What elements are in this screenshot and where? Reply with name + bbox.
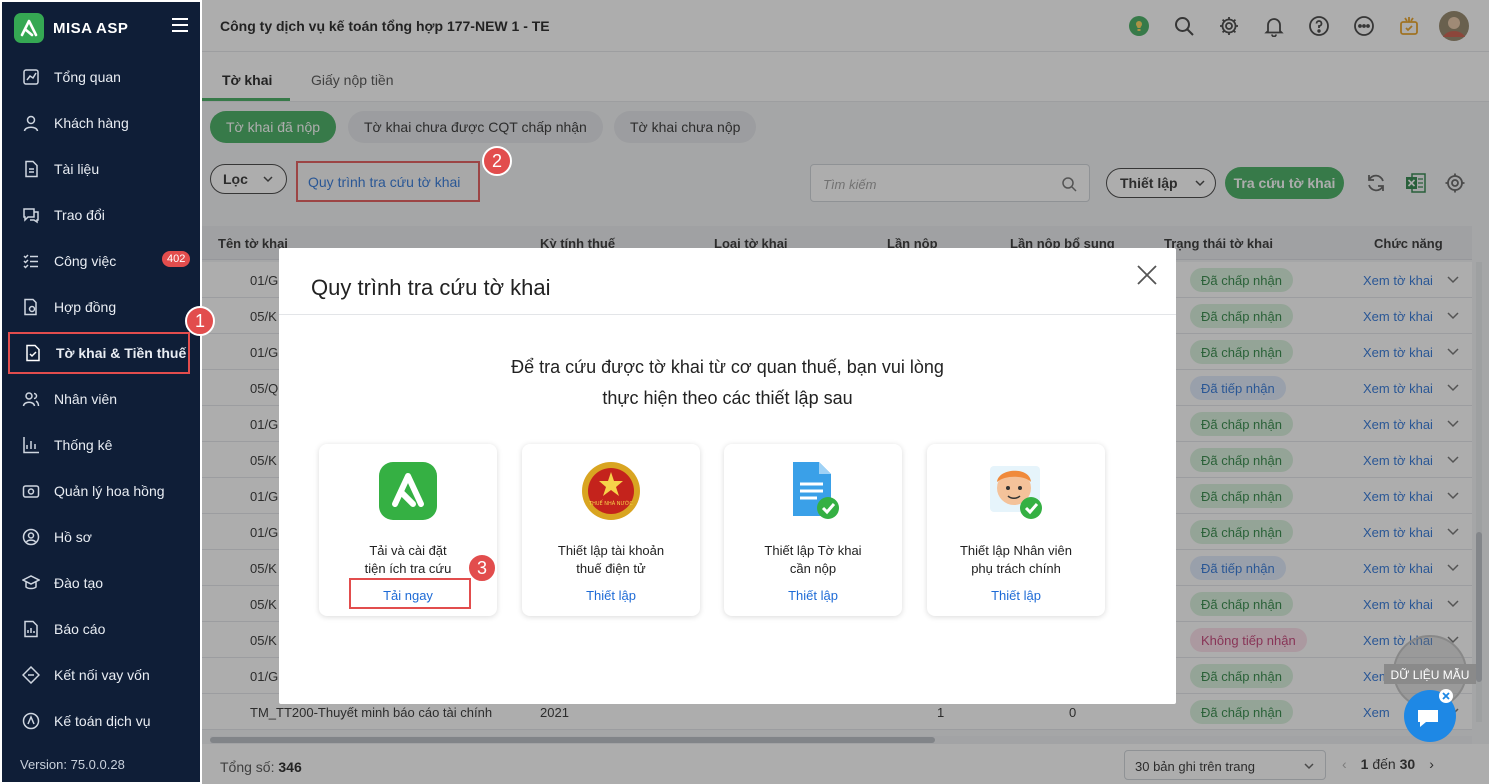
task-list-icon (22, 252, 40, 270)
sidebar-item-profile[interactable]: Hồ sơ (2, 514, 202, 560)
stats-icon (22, 436, 40, 454)
sidebar-item-label: Kết nối vay vốn (54, 667, 150, 683)
sidebar-item-exchange[interactable]: Trao đổi (2, 192, 202, 238)
sidebar-item-commission[interactable]: Quản lý hoa hồng (2, 468, 202, 514)
training-icon (22, 574, 40, 592)
close-icon[interactable] (1136, 264, 1158, 286)
brand-name: MISA ASP (53, 19, 129, 37)
sidebar-item-label: Tờ khai & Tiền thuế (56, 345, 187, 361)
user-icon (22, 114, 40, 132)
card-label-line: phụ trách chính (971, 561, 1061, 576)
sidebar-item-tax-declarations[interactable]: Tờ khai & Tiền thuế (8, 332, 190, 374)
dialog-message: Để tra cứu được tờ khai từ cơ quan thuế,… (279, 352, 1176, 414)
dashboard-icon (22, 68, 40, 86)
sidebar-item-overview[interactable]: Tổng quan (2, 54, 202, 100)
step-card-declarations: Thiết lập Tờ khai cần nộp Thiết lập (724, 444, 902, 616)
dialog-title: Quy trình tra cứu tờ khai (311, 275, 551, 300)
dialog-header: Quy trình tra cứu tờ khai (279, 248, 1176, 315)
step-card-install: Tải và cài đặt tiện ích tra cứu Tải ngay (319, 444, 497, 616)
process-guide-dialog: Quy trình tra cứu tờ khai Để tra cứu đượ… (279, 248, 1176, 704)
sidebar-item-label: Hợp đồng (54, 299, 117, 315)
sidebar-item-label: Tổng quan (54, 69, 121, 85)
sidebar-item-label: Hồ sơ (54, 529, 92, 545)
card-label-line: Thiết lập tài khoản (557, 543, 665, 558)
commission-icon (22, 482, 40, 500)
sidebar-item-label: Trao đổi (54, 207, 105, 223)
person-check-icon (990, 466, 1042, 519)
report-icon (22, 620, 40, 638)
sidebar-item-label: Khách hàng (54, 115, 129, 131)
chat-widget[interactable]: DỮ LIỆU MẪU (1384, 634, 1476, 744)
sidebar-item-customers[interactable]: Khách hàng (2, 100, 202, 146)
sidebar-item-label: Thống kê (54, 437, 113, 453)
accounting-icon (22, 712, 40, 730)
sidebar-item-label: Nhân viên (54, 391, 118, 407)
sidebar-item-tasks[interactable]: Công việc 402 (2, 238, 202, 284)
step-card-tax-account: THUẾ NHÀ NƯỚC Thiết lập tài khoản thuế đi… (522, 444, 700, 616)
card-label: Thiết lập tài khoản thuế điện tử (522, 542, 700, 578)
sidebar-item-label: Tài liệu (54, 161, 100, 177)
loan-icon (22, 666, 40, 684)
misa-logo-icon (14, 13, 44, 43)
step-1-callout: 1 (185, 306, 215, 336)
step-3-callout: 3 (467, 553, 497, 583)
sidebar-item-label: Đào tạo (54, 575, 104, 591)
sidebar-item-training[interactable]: Đào tạo (2, 560, 202, 606)
setup-tax-account-link[interactable]: Thiết lập (522, 588, 700, 603)
task-count-badge: 402 (162, 251, 191, 267)
setup-declarations-link[interactable]: Thiết lập (724, 588, 902, 603)
contract-icon (22, 298, 40, 316)
step-2-callout: 2 (482, 146, 512, 176)
sidebar-item-statistics[interactable]: Thống kê (2, 422, 202, 468)
sidebar-item-label: Quản lý hoa hồng (54, 483, 165, 499)
sidebar-item-label: Kế toán dịch vụ (54, 713, 151, 729)
sidebar-item-loans[interactable]: Kết nối vay vốn (2, 652, 202, 698)
app-version: Version: 75.0.0.28 (20, 757, 125, 772)
sidebar-item-documents[interactable]: Tài liệu (2, 146, 202, 192)
card-label: Thiết lập Tờ khai cần nộp (724, 542, 902, 578)
card-label: Thiết lập Nhân viên phụ trách chính (927, 542, 1105, 578)
misa-app-icon (379, 462, 437, 520)
staff-icon (22, 390, 40, 408)
sidebar-item-contracts[interactable]: Hợp đồng (2, 284, 202, 330)
message-line: thực hiện theo các thiết lập sau (602, 388, 853, 408)
sidebar-item-label: Công việc (54, 253, 117, 269)
card-label-line: Thiết lập Tờ khai (764, 543, 862, 558)
sidebar-item-accounting[interactable]: Kế toán dịch vụ (2, 698, 202, 744)
app-logo[interactable]: MISA ASP (14, 13, 128, 43)
sidebar-item-staff[interactable]: Nhân viên (2, 376, 202, 422)
sidebar-nav: Tổng quan Khách hàng Tài liệu Trao đổi C… (2, 54, 202, 744)
sidebar-item-reports[interactable]: Báo cáo (2, 606, 202, 652)
card-label-line: thuế điện tử (576, 561, 646, 576)
download-now-link[interactable]: Tải ngay (319, 588, 497, 603)
card-label-line: Thiết lập Nhân viên (959, 543, 1072, 558)
tax-emblem-icon: THUẾ NHÀ NƯỚC (582, 462, 640, 520)
step-card-staff: Thiết lập Nhân viên phụ trách chính Thiết… (927, 444, 1105, 616)
tax-file-icon (24, 344, 42, 362)
profile-icon (22, 528, 40, 546)
menu-toggle-icon[interactable] (172, 18, 188, 32)
document-check-icon (793, 462, 839, 519)
watermark-text: DỮ LIỆU MẪU (1391, 667, 1470, 682)
card-label-line: cần nộp (789, 561, 837, 576)
sidebar: MISA ASP Tổng quan Khách hàng Tài liệu T… (0, 0, 202, 784)
chat-icon (22, 206, 40, 224)
emblem-text: THUẾ NHÀ NƯỚC (588, 499, 633, 507)
document-icon (22, 160, 40, 178)
sample-data-stamp: DỮ LIỆU MẪU (1384, 635, 1476, 742)
message-line: Để tra cứu được tờ khai từ cơ quan thuế,… (511, 357, 944, 377)
setup-staff-link[interactable]: Thiết lập (927, 588, 1105, 603)
sidebar-item-label: Báo cáo (54, 621, 106, 637)
